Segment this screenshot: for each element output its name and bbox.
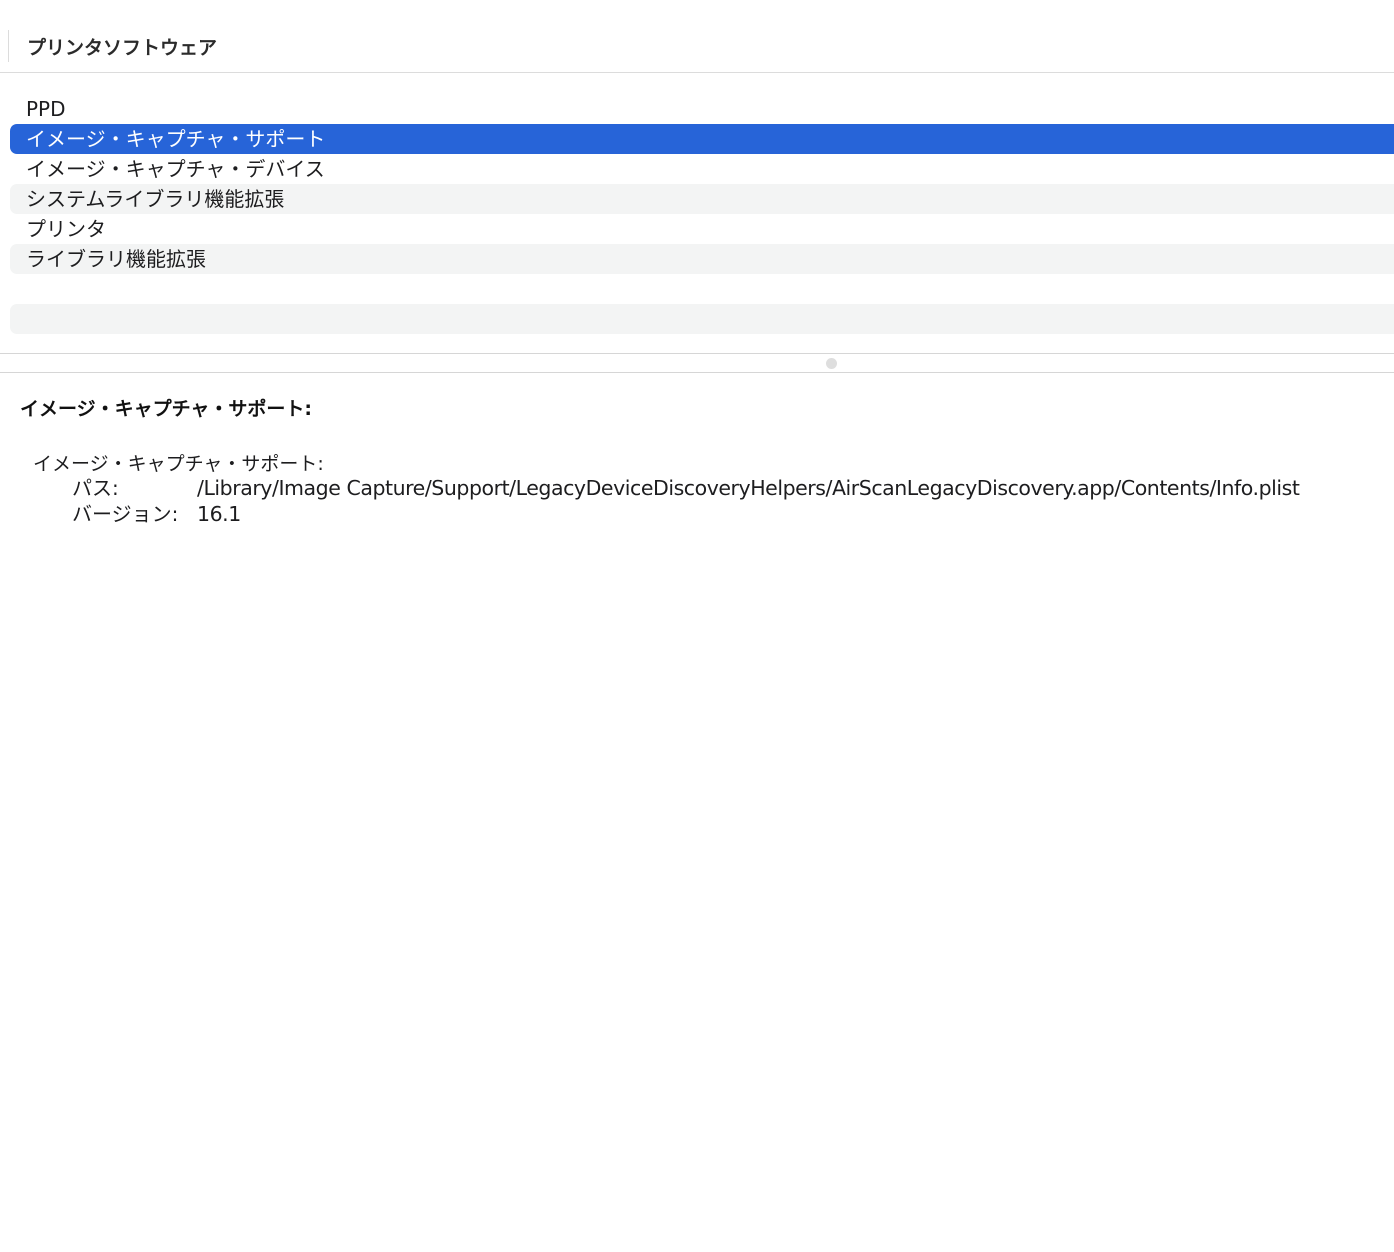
split-view-divider[interactable] bbox=[0, 353, 1394, 373]
list-item-label: PPD bbox=[26, 97, 66, 121]
empty-row bbox=[10, 274, 1394, 304]
detail-heading: イメージ・キャプチャ・サポート: bbox=[20, 398, 313, 420]
list-item-library-extensions[interactable]: ライブラリ機能拡張 bbox=[10, 244, 1394, 274]
list-item-image-capture-support[interactable]: イメージ・キャプチャ・サポート bbox=[10, 124, 1394, 154]
path-row: パス: /Library/Image Capture/Support/Legacy… bbox=[72, 475, 1300, 501]
path-value: /Library/Image Capture/Support/LegacyDev… bbox=[197, 476, 1300, 500]
column-header[interactable]: プリンタソフトウェア bbox=[0, 0, 1394, 73]
column-header-title[interactable]: プリンタソフトウェア bbox=[27, 33, 217, 60]
list-item-ppd[interactable]: PPD bbox=[10, 94, 1394, 124]
detail-subheading: イメージ・キャプチャ・サポート: bbox=[33, 453, 324, 475]
software-list: PPD イメージ・キャプチャ・サポート イメージ・キャプチャ・デバイス システム… bbox=[0, 94, 1394, 334]
list-item-label: プリンタ bbox=[26, 217, 106, 241]
version-value: 16.1 bbox=[197, 502, 241, 526]
list-item-label: イメージ・キャプチャ・デバイス bbox=[26, 157, 325, 181]
list-item-label: ライブラリ機能拡張 bbox=[26, 247, 206, 271]
list-item-system-library-extensions[interactable]: システムライブラリ機能拡張 bbox=[10, 184, 1394, 214]
list-item-label: システムライブラリ機能拡張 bbox=[26, 187, 285, 211]
software-list-pane: プリンタソフトウェア PPD イメージ・キャプチャ・サポート イメージ・キャプチ… bbox=[0, 0, 1394, 354]
split-handle-icon[interactable] bbox=[826, 358, 837, 369]
list-item-printers[interactable]: プリンタ bbox=[10, 214, 1394, 244]
path-label: パス: bbox=[72, 476, 119, 500]
list-item-image-capture-devices[interactable]: イメージ・キャプチャ・デバイス bbox=[10, 154, 1394, 184]
system-information-window: プリンタソフトウェア PPD イメージ・キャプチャ・サポート イメージ・キャプチ… bbox=[0, 0, 1394, 1252]
detail-pane: イメージ・キャプチャ・サポート: イメージ・キャプチャ・サポート: パス: /Li… bbox=[0, 373, 1394, 1252]
empty-row bbox=[10, 304, 1394, 334]
version-label: バージョン: bbox=[72, 502, 179, 526]
column-divider[interactable] bbox=[8, 30, 9, 62]
list-item-label: イメージ・キャプチャ・サポート bbox=[26, 127, 326, 151]
version-row: バージョン: 16.1 bbox=[72, 501, 241, 527]
